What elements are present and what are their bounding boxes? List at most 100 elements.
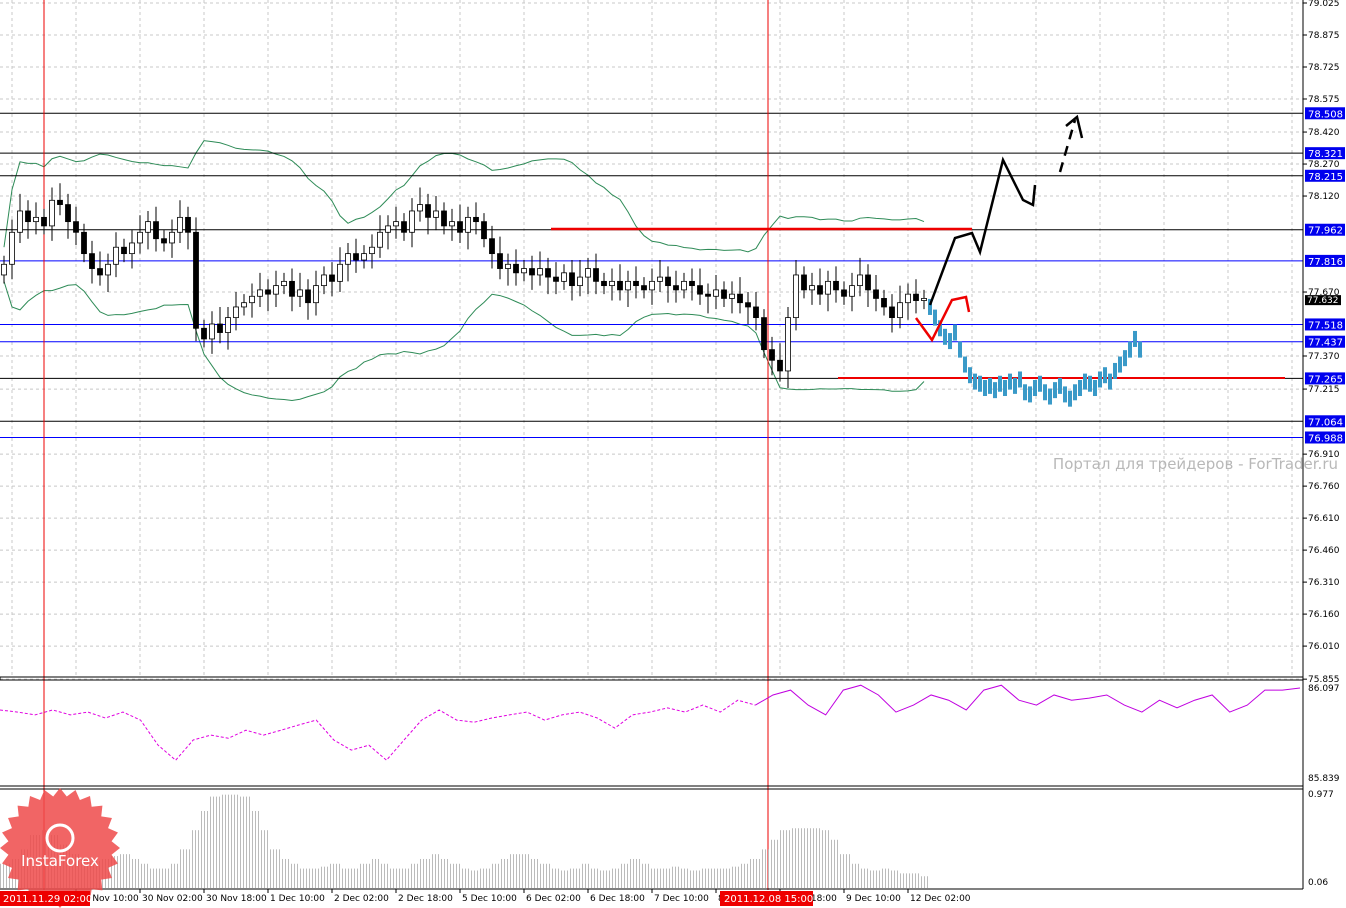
indicator-2-bar <box>510 854 520 888</box>
candle <box>809 285 815 291</box>
indicator-2-bar <box>450 863 460 888</box>
price-axis[interactable]: 79.025 78.875 78.725 78.575 78.420 78.270 78.1… <box>1303 0 1345 888</box>
candle <box>289 280 295 297</box>
forecast-bar <box>1013 377 1017 394</box>
candle <box>81 231 87 255</box>
candle <box>137 231 143 244</box>
candle <box>577 276 583 287</box>
candle <box>305 289 311 304</box>
price-tick-label: 77.370 <box>1308 352 1340 362</box>
forecast-bar <box>993 382 997 399</box>
time-label: 12 Dec 02:00 <box>910 894 971 904</box>
indicator-2-bar <box>400 868 410 888</box>
indicator-2-bar <box>860 868 870 888</box>
candles <box>1 183 927 389</box>
candle <box>761 317 767 351</box>
candle <box>57 199 63 205</box>
candle <box>177 216 183 233</box>
candle <box>49 199 55 227</box>
price-tick-label: 76.610 <box>1308 514 1340 524</box>
candle <box>593 268 599 282</box>
price-tick-label: 78.270 <box>1308 160 1340 170</box>
candle <box>585 268 591 278</box>
candle <box>417 204 423 212</box>
forecast-bar <box>1038 375 1042 392</box>
current-price-label: 77.632 <box>1307 296 1339 306</box>
forecast-bar <box>1043 384 1047 401</box>
candle <box>393 221 399 227</box>
indicator-2-bar <box>380 863 390 888</box>
forecast-bar <box>1133 330 1137 347</box>
indicator-2-bar <box>540 863 550 888</box>
forecast-bar <box>1128 341 1132 358</box>
indicator-2-bar <box>900 873 910 888</box>
candle <box>353 253 359 261</box>
candle <box>113 246 119 265</box>
indicator-2-bar <box>0 863 10 888</box>
forecast-bar <box>1053 382 1057 399</box>
candle <box>185 216 191 233</box>
indicator-2-bar <box>210 796 220 888</box>
price-tick-label: 78.120 <box>1308 192 1340 202</box>
instaforex-logo: InstaForex <box>0 788 120 908</box>
forecast-bar <box>1118 356 1122 373</box>
indicator-2-bar <box>870 870 880 888</box>
price-tick-label: 76.910 <box>1308 450 1340 460</box>
indicator-2-bar <box>300 868 310 888</box>
candle <box>505 263 511 269</box>
candle <box>217 323 223 333</box>
candle <box>441 210 447 227</box>
indicator-2-bar <box>740 863 750 888</box>
candle <box>73 221 79 233</box>
candle <box>665 276 671 287</box>
forecast-bar <box>1088 375 1092 392</box>
indicator-2-bar <box>230 794 240 888</box>
indicator-2-bar <box>130 858 140 888</box>
candle <box>753 306 759 319</box>
marker-label-2: 2011.12.08 15:00 <box>720 891 813 906</box>
indicator-2-bar <box>550 868 560 888</box>
indicator-2-bar <box>360 863 370 888</box>
indicator-2-bar <box>850 863 860 888</box>
indicator-2-bar <box>580 863 590 888</box>
level-price-label: 78.321 <box>1308 149 1343 160</box>
candle <box>265 289 271 295</box>
candle <box>473 216 479 223</box>
indicator-1-label-max: 86.097 <box>1308 684 1340 694</box>
forecast-bar <box>1138 341 1142 358</box>
candle <box>361 253 367 261</box>
indicator-2-bar <box>470 870 480 888</box>
indicator-2-bar <box>660 868 670 888</box>
forecast-bar <box>963 356 967 373</box>
indicator-2-bar <box>310 868 320 888</box>
indicator-2-bar <box>410 863 420 888</box>
forecast-bar <box>998 375 1002 392</box>
candle <box>633 280 639 287</box>
svg-text:InstaForex: InstaForex <box>21 852 99 870</box>
forecast-bar <box>953 324 957 341</box>
forecast-bar <box>1003 380 1007 397</box>
forecast-bar <box>1103 367 1107 384</box>
indicator-2-bar <box>720 868 730 888</box>
indicator-2-bar <box>690 870 700 888</box>
forecast-bar <box>1058 377 1062 394</box>
indicator-2-bar <box>320 866 330 888</box>
candle <box>617 280 623 291</box>
indicator-2-bar <box>600 870 610 888</box>
indicator-2-bar <box>240 796 250 888</box>
indicator-2-bar <box>730 866 740 888</box>
candle <box>489 238 495 255</box>
indicator-2-bar <box>480 868 490 888</box>
indicator-2-bar <box>630 858 640 888</box>
indicator-2-bar <box>500 858 510 888</box>
indicator-2-bar <box>260 830 270 888</box>
price-chart[interactable]: Портал для трейдеров - ForTrader.ru 79.0… <box>0 0 1346 908</box>
indicator-2-bar <box>250 810 260 888</box>
candle <box>409 210 415 233</box>
forecast-bar <box>1008 373 1012 390</box>
candle <box>553 276 559 282</box>
level-price-label: 77.962 <box>1308 226 1343 237</box>
time-axis[interactable]: 29 Nov 10:00 30 Nov 02:00 30 Nov 18:00 1 De… <box>75 889 971 904</box>
candle <box>705 293 711 297</box>
candle <box>161 238 167 244</box>
